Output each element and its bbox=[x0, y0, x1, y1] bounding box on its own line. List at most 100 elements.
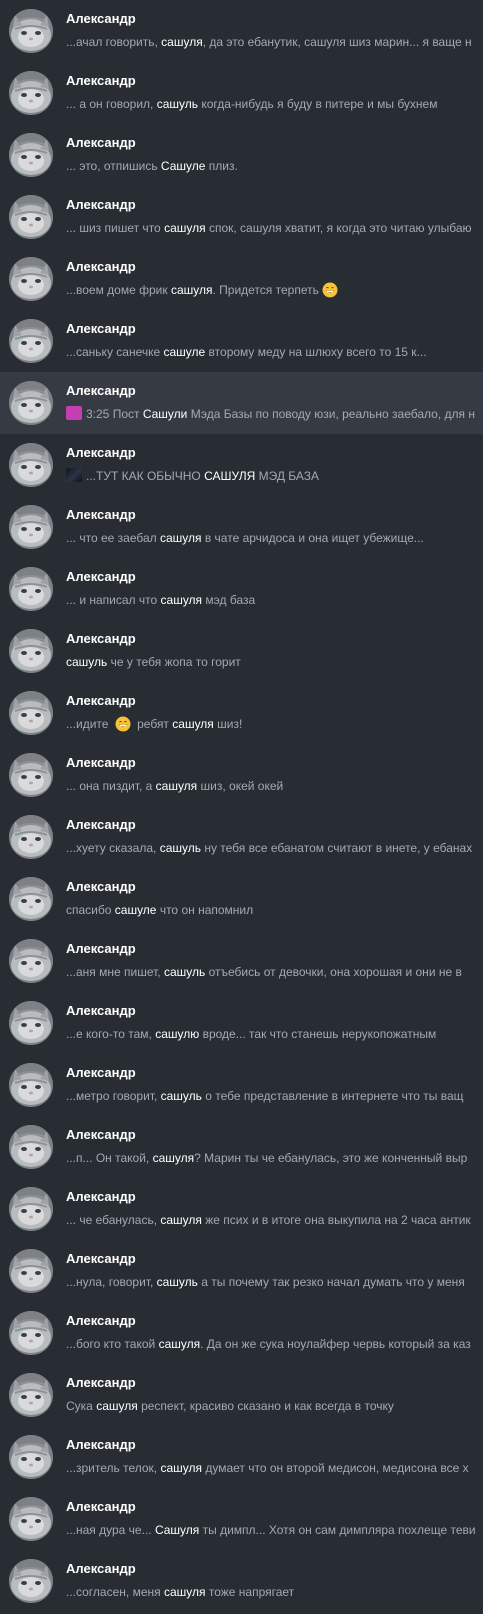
sender-name: Александр bbox=[66, 631, 136, 646]
snippet-text: ...согласен, меня bbox=[66, 1585, 164, 1599]
search-match-highlight: Сашуля bbox=[154, 1523, 200, 1537]
search-result-row[interactable]: Александр сашуль че у тебя жопа то горит bbox=[0, 620, 483, 682]
search-match-highlight: сашуля bbox=[160, 1213, 202, 1227]
snippet-text: ...метро говорит, bbox=[66, 1089, 161, 1103]
search-match-highlight: сашуля bbox=[158, 1337, 201, 1351]
search-result-row[interactable]: Александр ...аня мне пишет, сашуль отъеби… bbox=[0, 930, 483, 992]
sender-name: Александр bbox=[66, 1065, 136, 1080]
snippet-text: , да это ебанутик, сашуля шиз марин... я… bbox=[202, 35, 472, 49]
sender-name: Александр bbox=[66, 11, 136, 26]
sender-name: Александр bbox=[66, 1561, 136, 1576]
search-result-row[interactable]: Александр ... а он говорил, сашуль когда-… bbox=[0, 62, 483, 124]
snippet-text: . Да он же сука ноулайфер червь который … bbox=[200, 1337, 471, 1351]
search-result-row[interactable]: Александр ...ная дура че... Сашуля ты дим… bbox=[0, 1488, 483, 1550]
sender-name: Александр bbox=[66, 879, 136, 894]
search-result-row[interactable]: Александр ...нула, говорит, сашуль а ты п… bbox=[0, 1240, 483, 1302]
snippet-text: ...хуету сказала, bbox=[66, 841, 160, 855]
snippet-text: когда-нибудь я буду в питере и мы бухнем bbox=[198, 97, 438, 111]
snippet-text: спок, сашуля хватит, я когда это читаю у… bbox=[205, 221, 472, 235]
snippet-text: в чате арчидоса и она ищет убежище... bbox=[201, 531, 424, 545]
sender-name: Александр bbox=[66, 1313, 136, 1328]
snippet-text: респект, красиво сказано и как всегда в … bbox=[137, 1399, 394, 1413]
avatar bbox=[9, 257, 53, 301]
avatar bbox=[9, 1249, 53, 1293]
search-match-highlight: Сашули bbox=[142, 407, 188, 421]
search-result-row[interactable]: Александр ...метро говорит, сашуль о тебе… bbox=[0, 1054, 483, 1116]
message-snippet: ...нула, говорит, сашуль а ты почему так… bbox=[66, 1274, 483, 1290]
avatar bbox=[9, 815, 53, 859]
search-result-row[interactable]: Александр ...идите ребят сашуля шиз! bbox=[0, 682, 483, 744]
media-thumbnail bbox=[66, 406, 82, 420]
avatar bbox=[9, 567, 53, 611]
avatar bbox=[9, 691, 53, 735]
message-snippet: ...метро говорит, сашуль о тебе представ… bbox=[66, 1088, 483, 1104]
search-result-row[interactable]: Александр ... шиз пишет что сашуля спок, … bbox=[0, 186, 483, 248]
search-result-row[interactable]: Александр Сука сашуля респект, красиво ск… bbox=[0, 1364, 483, 1426]
message-snippet: ... это, отпишись Сашуле плиз. bbox=[66, 158, 483, 174]
search-match-highlight: сашуль bbox=[160, 1089, 202, 1103]
search-result-row[interactable]: Александр ... что ее заебал сашуля в чате… bbox=[0, 496, 483, 558]
media-thumbnail bbox=[66, 468, 82, 482]
search-result-row[interactable]: Александр ...зритель телок, сашуля думает… bbox=[0, 1426, 483, 1488]
sender-name: Александр bbox=[66, 321, 136, 336]
search-match-highlight: сашулю bbox=[155, 1027, 200, 1041]
message-snippet: ...ная дура че... Сашуля ты димпл... Хот… bbox=[66, 1522, 483, 1538]
search-result-row[interactable]: Александр ... это, отпишись Сашуле плиз. bbox=[0, 124, 483, 186]
search-result-row[interactable]: Александр ...воем доме фрик сашуля. Приде… bbox=[0, 248, 483, 310]
snippet-text: ну тебя все ебанатом считают в инете, у … bbox=[200, 841, 473, 855]
search-match-highlight: сашуль bbox=[156, 97, 199, 111]
avatar bbox=[9, 1559, 53, 1603]
avatar bbox=[9, 1435, 53, 1479]
search-match-highlight: сашуля bbox=[96, 1399, 138, 1413]
avatar bbox=[9, 753, 53, 797]
search-result-row[interactable]: Александр ...е кого-то там, сашулю вроде.… bbox=[0, 992, 483, 1054]
search-result-row[interactable]: Александр ...бого кто такой сашуля. Да он… bbox=[0, 1302, 483, 1364]
search-result-row[interactable]: Александр ...саньку санечке сашуле втором… bbox=[0, 310, 483, 372]
message-snippet: ...п... Он такой, сашуля? Марин ты че еб… bbox=[66, 1150, 483, 1166]
search-result-row[interactable]: Александр ...согласен, меня сашуля тоже н… bbox=[0, 1550, 483, 1612]
snippet-text: ... а он говорил, bbox=[66, 97, 157, 111]
snippet-text: отъебись от девочки, она хорошая и они н… bbox=[205, 965, 462, 979]
search-result-row[interactable]: Александр ...ТУТ КАК ОБЫЧНО САШУЛЯ МЭД БА… bbox=[0, 434, 483, 496]
search-match-highlight: сашуль bbox=[159, 841, 201, 855]
search-results-list: Александр ...ачал говорить, сашуля, да эт… bbox=[0, 0, 483, 1614]
search-result-row[interactable]: Александр ...п... Он такой, сашуля? Марин… bbox=[0, 1116, 483, 1178]
search-match-highlight: сашуля bbox=[159, 531, 202, 545]
search-match-highlight: САШУЛЯ bbox=[204, 469, 256, 483]
search-match-highlight: сашуль bbox=[156, 1275, 198, 1289]
snippet-text: ...п... Он такой, bbox=[66, 1151, 153, 1165]
search-result-row[interactable]: Александр ...хуету сказала, сашуль ну теб… bbox=[0, 806, 483, 868]
message-snippet: ...зритель телок, сашуля думает что он в… bbox=[66, 1460, 483, 1476]
snippet-text: ...бого кто такой bbox=[66, 1337, 159, 1351]
search-result-row[interactable]: Александр ... и написал что сашуля мэд ба… bbox=[0, 558, 483, 620]
search-match-highlight: сашуле bbox=[163, 345, 206, 359]
search-result-row[interactable]: Александр спасибо сашуле что он напомнил bbox=[0, 868, 483, 930]
snippet-text: шиз, окей окей bbox=[197, 779, 284, 793]
sender-name: Александр bbox=[66, 73, 136, 88]
search-result-row[interactable]: Александр ... она пиздит, а сашуля шиз, о… bbox=[0, 744, 483, 806]
avatar bbox=[9, 939, 53, 983]
search-match-highlight: сашуля bbox=[161, 35, 203, 49]
snippet-text: вроде... так что станешь нерукопожатным bbox=[199, 1027, 437, 1041]
snippet-text: ...воем доме фрик bbox=[66, 283, 171, 297]
search-result-row[interactable]: Александр ...ачал говорить, сашуля, да эт… bbox=[0, 0, 483, 62]
snippet-text: что он напомнил bbox=[156, 903, 254, 917]
search-result-row[interactable]: Александр ... че ебанулась, сашуля же пси… bbox=[0, 1178, 483, 1240]
snippet-text: о тебе представление в интернете что ты … bbox=[201, 1089, 464, 1103]
snippet-text: ...ачал говорить, bbox=[66, 35, 162, 49]
avatar bbox=[9, 9, 53, 53]
sender-name: Александр bbox=[66, 941, 136, 956]
snippet-text: ...ТУТ КАК ОБЫЧНО bbox=[86, 469, 205, 483]
search-match-highlight: сашуля bbox=[155, 779, 198, 793]
sender-name: Александр bbox=[66, 383, 136, 398]
sender-name: Александр bbox=[66, 1189, 136, 1204]
avatar bbox=[9, 443, 53, 487]
sender-name: Александр bbox=[66, 817, 136, 832]
snippet-text: че у тебя жопа то горит bbox=[107, 655, 241, 669]
search-match-highlight: сашуля bbox=[160, 1461, 203, 1475]
sender-name: Александр bbox=[66, 197, 136, 212]
search-result-row[interactable]: Александр 3:25 Пост Сашули Мэда Базы по п… bbox=[0, 372, 483, 434]
sender-name: Александр bbox=[66, 445, 136, 460]
snippet-text: ...ная дура че... bbox=[66, 1523, 155, 1537]
message-snippet: Сука сашуля респект, красиво сказано и к… bbox=[66, 1398, 483, 1414]
